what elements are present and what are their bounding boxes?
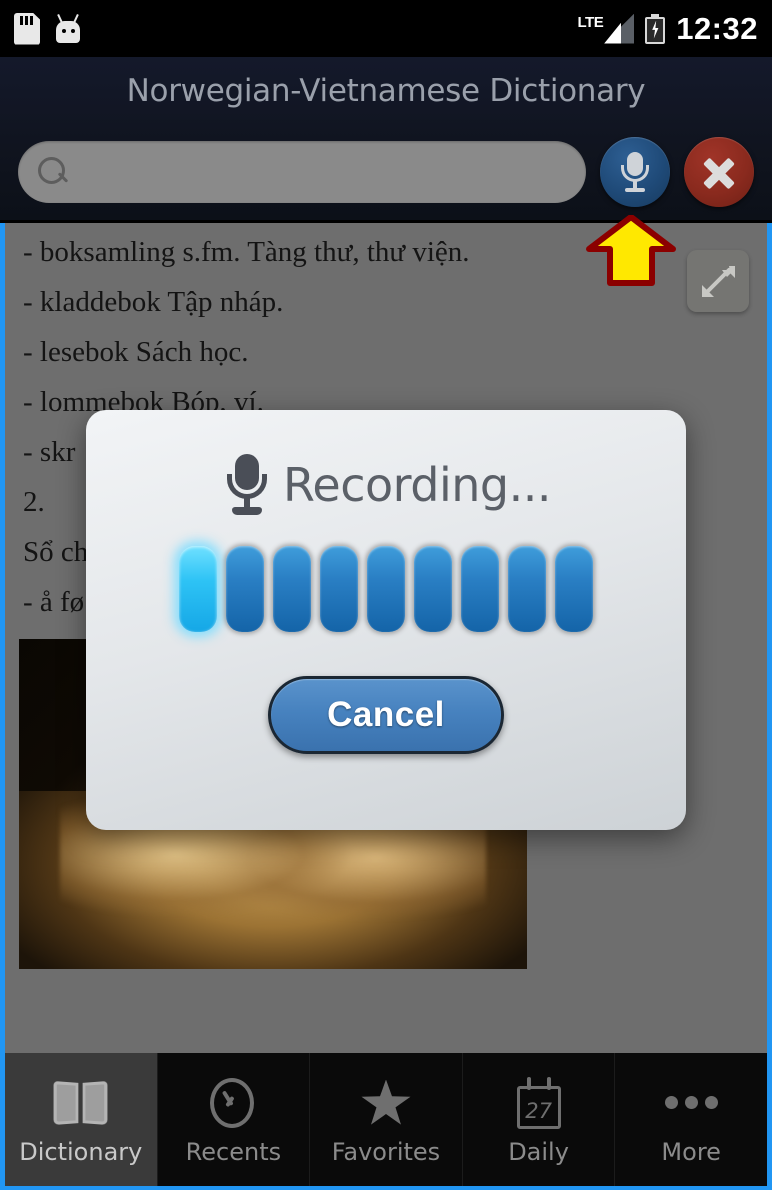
nav-item-recents[interactable]: Recents [158,1053,311,1186]
level-bar [226,546,264,632]
status-bar: LTE 12:32 [0,0,772,57]
expand-fullscreen-icon [702,266,735,297]
nav-item-favorites[interactable]: Favorites [310,1053,463,1186]
recording-dialog-title: Recording... [283,458,551,512]
microphone-icon [221,454,271,516]
clock-check-icon [203,1074,263,1132]
nav-item-more[interactable]: More [615,1053,767,1186]
level-bar [273,546,311,632]
level-bar [179,546,217,632]
nav-label: Dictionary [19,1137,143,1166]
search-row [0,137,772,207]
lte-signal-icon: LTE [577,14,634,44]
search-icon [36,155,70,189]
level-bar [555,546,593,632]
status-bar-right-icons: LTE 12:32 [577,13,758,44]
status-bar-left-icons [14,13,82,45]
book-icon [51,1074,111,1132]
level-bar [320,546,358,632]
clear-search-button[interactable] [684,137,754,207]
nav-label: More [661,1137,721,1166]
voice-search-button[interactable] [600,137,670,207]
nav-item-daily[interactable]: 27 Daily [463,1053,616,1186]
audio-level-meter [179,546,593,632]
page-title: Norwegian-Vietnamese Dictionary [126,73,646,109]
nav-label: Daily [508,1137,569,1166]
microphone-icon [615,150,655,194]
battery-charging-icon [645,13,666,44]
lte-label: LTE [577,13,604,31]
close-icon [698,151,740,193]
recording-dialog-header: Recording... [221,454,551,516]
app-header: Norwegian-Vietnamese Dictionary [0,57,772,223]
nav-label: Recents [185,1137,282,1166]
sd-card-icon [14,13,40,45]
recording-dialog: Recording... Cancel [86,410,686,830]
expand-fullscreen-button[interactable] [687,250,749,312]
level-bar [461,546,499,632]
search-input-wrapper[interactable] [18,141,586,203]
yellow-up-arrow-annotation [585,214,677,287]
nav-label: Favorites [331,1137,441,1166]
bottom-navigation-bar: Dictionary Recents Favorites 27 Daily Mo… [0,1053,772,1190]
star-icon [356,1074,416,1132]
level-bar [367,546,405,632]
level-bar [508,546,546,632]
ellipsis-icon [661,1074,721,1132]
search-input[interactable] [70,158,586,186]
app-root: LTE 12:32 Norwegian-Vietnamese Dictionar… [0,0,772,1190]
calendar-icon: 27 [509,1074,569,1132]
cancel-button[interactable]: Cancel [268,676,504,754]
level-bar [414,546,452,632]
status-bar-clock: 12:32 [676,11,758,46]
calendar-day-number: 27 [525,1098,552,1123]
nav-item-dictionary[interactable]: Dictionary [5,1053,158,1186]
definition-line: - lesebok Sách học. [23,335,249,368]
android-robot-icon [54,13,82,44]
